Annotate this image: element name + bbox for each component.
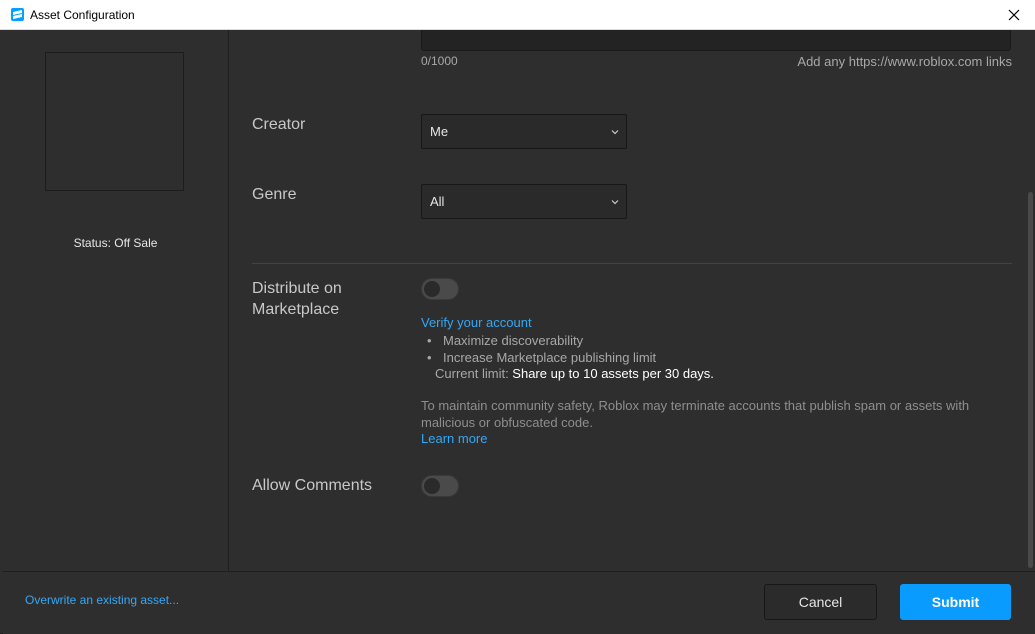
allow-comments-label: Allow Comments <box>252 477 373 494</box>
window-title: Asset Configuration <box>30 8 135 22</box>
creator-dropdown[interactable]: Me <box>421 114 627 149</box>
status-label: Status: Off Sale <box>73 236 158 250</box>
creator-label: Creator <box>252 116 306 133</box>
benefits-list: Maximize discoverability Increase Market… <box>427 332 656 366</box>
description-char-count: 0/1000 <box>421 54 458 68</box>
title-bar: Asset Configuration <box>0 0 1035 30</box>
list-item: Maximize discoverability <box>427 332 656 349</box>
genre-dropdown[interactable]: All <box>421 184 627 219</box>
genre-label: Genre <box>252 186 297 203</box>
list-item: Increase Marketplace publishing limit <box>427 349 656 366</box>
configuration-form: 0/1000 Add any https://www.roblox.com li… <box>229 30 1023 571</box>
vertical-scrollbar[interactable] <box>1025 30 1035 571</box>
toggle-knob <box>424 281 440 297</box>
roblox-studio-icon <box>11 8 24 21</box>
close-icon <box>1008 9 1020 21</box>
learn-more-link[interactable]: Learn more <box>421 431 487 446</box>
asset-configuration-window: Asset Configuration Status: Off Sale 0/1… <box>0 0 1035 634</box>
toggle-knob <box>424 478 440 494</box>
scrollbar-thumb[interactable] <box>1028 192 1033 568</box>
chevron-down-icon <box>611 200 619 205</box>
overwrite-asset-link[interactable]: Overwrite an existing asset... <box>25 593 179 607</box>
close-button[interactable] <box>993 0 1035 30</box>
chevron-down-icon <box>611 130 619 135</box>
creator-value: Me <box>430 124 449 139</box>
cancel-button[interactable]: Cancel <box>764 584 877 620</box>
verify-account-link[interactable]: Verify your account <box>421 315 532 330</box>
submit-button[interactable]: Submit <box>900 584 1011 620</box>
description-links-hint: Add any https://www.roblox.com links <box>797 54 1012 69</box>
distribute-label-line1: Distribute on <box>252 280 342 297</box>
allow-comments-toggle[interactable] <box>421 475 459 497</box>
distribute-marketplace-toggle[interactable] <box>421 278 459 300</box>
current-limit-prefix: Current limit: <box>435 366 513 381</box>
description-textarea[interactable] <box>421 30 1011 51</box>
distribute-marketplace-label: Distribute on Marketplace <box>252 278 342 320</box>
current-limit-text: Current limit: Share up to 10 assets per… <box>435 366 714 381</box>
asset-thumbnail <box>45 52 184 191</box>
dialog-footer: Overwrite an existing asset... Cancel Su… <box>3 571 1035 634</box>
genre-value: All <box>430 194 445 209</box>
section-divider <box>252 263 1012 264</box>
community-safety-notice: To maintain community safety, Roblox may… <box>421 398 970 430</box>
current-limit-value: Share up to 10 assets per 30 days. <box>512 366 714 381</box>
asset-preview-panel: Status: Off Sale <box>3 30 229 571</box>
distribute-label-line2: Marketplace <box>252 301 340 318</box>
